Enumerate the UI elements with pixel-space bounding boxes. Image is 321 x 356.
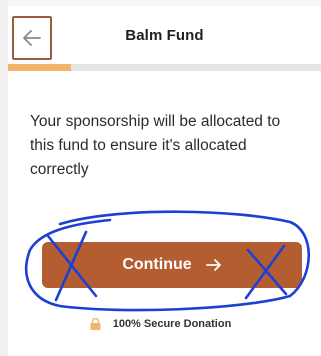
lock-icon: [90, 318, 101, 330]
screen-top-edge: [0, 0, 321, 6]
screen-left-edge: [0, 0, 8, 356]
secure-donation-text: 100% Secure Donation: [112, 318, 232, 330]
continue-button[interactable]: Continue: [42, 242, 302, 288]
continue-button-label: Continue: [122, 256, 192, 273]
secure-donation-note: 100% Secure Donation: [0, 318, 321, 330]
progress-bar-fill: [8, 64, 71, 71]
page-title: Balm Fund: [125, 26, 204, 44]
arrow-left-icon: [23, 30, 41, 46]
app-header: Balm Fund: [8, 8, 321, 62]
back-button[interactable]: [12, 16, 52, 60]
arrow-right-icon: [205, 259, 221, 271]
allocation-message: Your sponsorship will be allocated to th…: [30, 113, 281, 178]
progress-bar: [8, 64, 321, 71]
